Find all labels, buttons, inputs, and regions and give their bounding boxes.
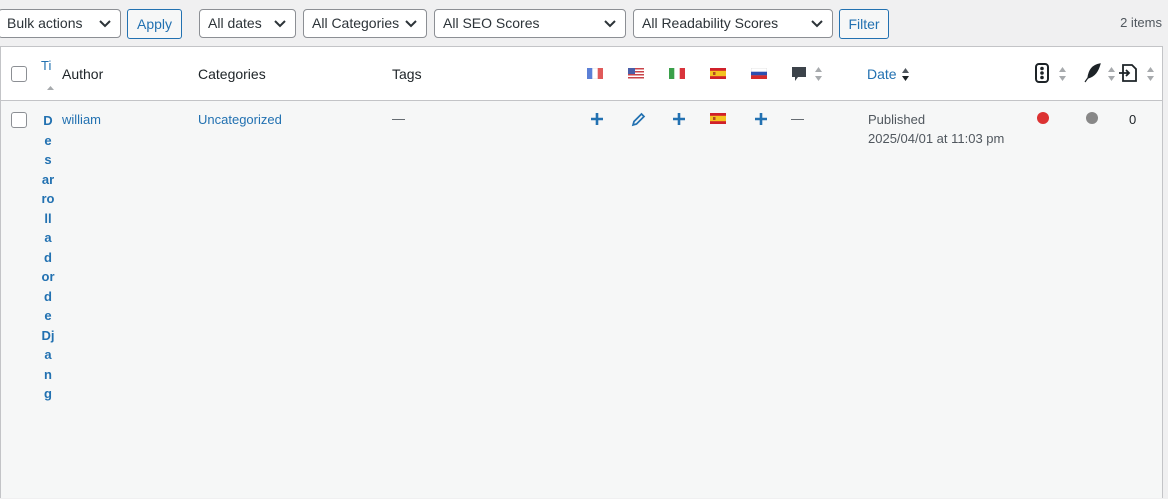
- flag-it-icon: [669, 68, 685, 79]
- sort-arrows-icon[interactable]: [1107, 66, 1116, 82]
- post-date: 2025/04/01 at 11:03 pm: [868, 131, 1005, 146]
- post-author-link[interactable]: william: [62, 112, 101, 127]
- post-category-link[interactable]: Uncategorized: [198, 112, 282, 127]
- categories-filter-value: All Categories: [312, 15, 400, 31]
- select-all-checkbox[interactable]: [11, 66, 27, 82]
- add-translation-it-plus-icon[interactable]: [672, 112, 686, 126]
- bulk-actions-value: Bulk actions: [7, 15, 83, 31]
- chevron-down-icon: [99, 20, 111, 28]
- post-tags-value: —: [392, 111, 405, 126]
- seo-score-filter-value: All SEO Scores: [443, 15, 540, 31]
- column-categories-header: Categories: [198, 66, 266, 82]
- post-comments-value: —: [791, 111, 804, 126]
- readability-score-dot: [1086, 112, 1098, 124]
- comment-bubble-icon[interactable]: [791, 66, 807, 82]
- seo-score-traffic-light-icon[interactable]: [1035, 63, 1049, 83]
- seo-score-dot: [1037, 112, 1049, 124]
- sort-arrows-icon[interactable]: [814, 66, 823, 82]
- apply-button[interactable]: Apply: [127, 9, 182, 39]
- flag-ru-icon: [751, 68, 767, 79]
- post-status: Published: [868, 112, 926, 127]
- table-row: DesarrolladordeDjang william Uncategoriz…: [1, 101, 1162, 499]
- table-header: Ti Author Categories Tags Date: [1, 47, 1162, 101]
- add-translation-ru-plus-icon[interactable]: [754, 112, 768, 126]
- readability-filter-value: All Readability Scores: [642, 15, 779, 31]
- seo-score-filter-select[interactable]: All SEO Scores: [434, 9, 626, 38]
- filter-button[interactable]: Filter: [839, 9, 889, 39]
- current-language-es-flag-icon[interactable]: [710, 113, 726, 124]
- sort-arrows-icon[interactable]: [901, 66, 910, 82]
- internal-links-count: 0: [1129, 112, 1137, 127]
- column-author-header: Author: [62, 66, 104, 82]
- column-tags-header: Tags: [392, 66, 422, 82]
- chevron-down-icon: [274, 20, 286, 28]
- posts-table: Ti Author Categories Tags Date Desarroll…: [0, 46, 1163, 498]
- sort-arrows-icon[interactable]: [46, 77, 55, 93]
- categories-filter-select[interactable]: All Categories: [303, 9, 427, 38]
- dates-filter-value: All dates: [208, 15, 262, 31]
- readability-feather-icon[interactable]: [1083, 63, 1101, 83]
- flag-us-icon: [628, 68, 644, 79]
- column-title-header[interactable]: Ti: [41, 58, 51, 73]
- sort-arrows-icon[interactable]: [1146, 66, 1155, 82]
- column-date-header[interactable]: Date: [867, 66, 897, 82]
- bulk-actions-select[interactable]: Bulk actions: [0, 9, 121, 38]
- items-count: 2 items: [1120, 15, 1162, 30]
- post-title-link[interactable]: DesarrolladordeDjang: [41, 111, 55, 404]
- flag-es-icon: [710, 68, 726, 79]
- add-translation-fr-plus-icon[interactable]: [590, 112, 604, 126]
- internal-links-icon[interactable]: [1118, 63, 1142, 83]
- chevron-down-icon: [811, 20, 823, 28]
- readability-filter-select[interactable]: All Readability Scores: [633, 9, 833, 38]
- sort-arrows-icon[interactable]: [1058, 66, 1067, 82]
- row-checkbox[interactable]: [11, 112, 27, 128]
- flag-fr-icon: [587, 68, 603, 79]
- dates-filter-select[interactable]: All dates: [199, 9, 296, 38]
- edit-translation-us-pencil-icon[interactable]: [631, 112, 646, 127]
- chevron-down-icon: [604, 20, 616, 28]
- chevron-down-icon: [405, 20, 417, 28]
